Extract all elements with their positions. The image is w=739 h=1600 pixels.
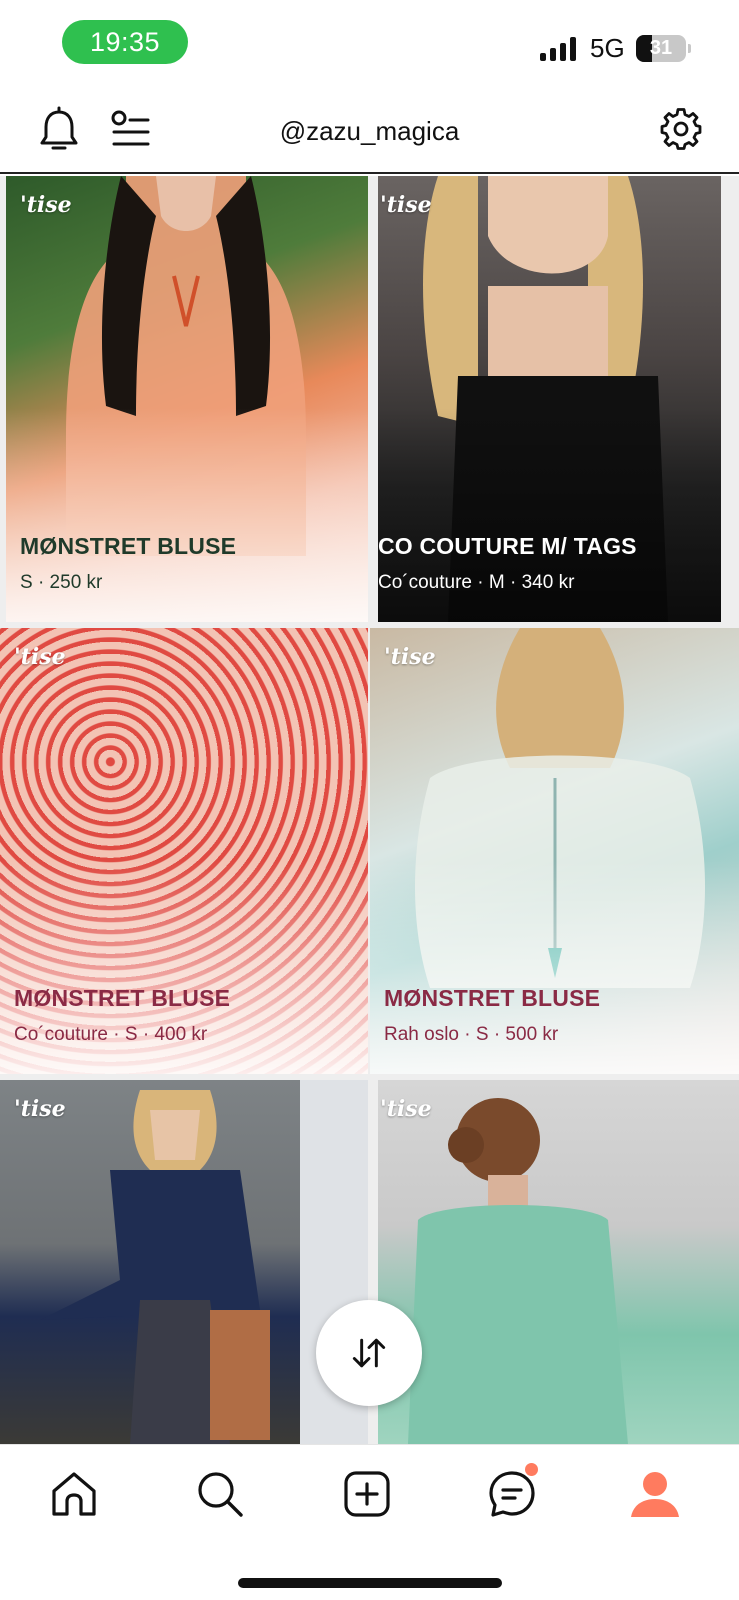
tise-logo: 'tise (380, 192, 432, 218)
listing-meta: Co´couture · S · 400 kr (14, 1024, 208, 1045)
listing-card[interactable]: 'tise CO COUTURE M/ TAGS Co´couture · M … (378, 176, 721, 622)
status-time: 19:35 (62, 20, 188, 64)
battery-icon: 31 (636, 35, 686, 62)
listing-card[interactable]: 'tise (378, 1080, 739, 1444)
listings-grid: 'tise MØNSTRET BLUSE S · 250 kr 'tise CO… (0, 176, 739, 1444)
listing-meta: S · 250 kr (20, 572, 103, 593)
profile-icon (631, 1472, 679, 1517)
profile-header: @zazu_magica (0, 88, 739, 174)
tab-home[interactable] (47, 1467, 101, 1521)
tise-logo: 'tise (14, 644, 66, 670)
listing-meta: Rah oslo · S · 500 kr (384, 1024, 559, 1045)
home-icon (52, 1472, 96, 1516)
add-icon (344, 1471, 390, 1517)
cellular-signal-icon (540, 37, 580, 61)
listing-card[interactable]: 'tise MØNSTRET BLUSE Co´couture · S · 40… (0, 628, 368, 1074)
gear-icon[interactable] (660, 108, 702, 150)
listing-title: MØNSTRET BLUSE (20, 533, 237, 559)
listing-card[interactable]: 'tise (0, 1080, 368, 1444)
listing-title: CO COUTURE M/ TAGS (378, 533, 637, 559)
home-indicator (238, 1578, 502, 1588)
tab-profile[interactable] (628, 1467, 682, 1521)
tise-logo: 'tise (380, 1096, 432, 1122)
tise-logo: 'tise (14, 1096, 66, 1122)
bottom-tab-bar (0, 1444, 739, 1600)
battery-cap (688, 44, 691, 53)
network-type: 5G (590, 33, 625, 63)
profile-username: @zazu_magica (279, 116, 460, 146)
search-icon (198, 1472, 243, 1517)
status-bar: 19:35 5G 31 (0, 0, 739, 88)
swap-vertical-button[interactable] (316, 1300, 422, 1406)
swap-vertical-icon (352, 1338, 386, 1368)
listing-title: MØNSTRET BLUSE (384, 985, 601, 1011)
tab-add[interactable] (340, 1467, 394, 1521)
listing-card[interactable]: 'tise MØNSTRET BLUSE S · 250 kr (6, 176, 368, 622)
listing-meta: Co´couture · M · 340 kr (378, 572, 575, 593)
listing-photo-subject (408, 1098, 628, 1444)
tab-chat[interactable] (485, 1463, 539, 1521)
listing-title: MØNSTRET BLUSE (14, 985, 231, 1011)
gear-icon-graphic (660, 108, 702, 150)
tise-logo: 'tise (20, 192, 72, 218)
battery-percent: 31 (649, 37, 673, 59)
listing-card[interactable]: 'tise MØNSTRET BLUSE Rah oslo · S · 500 … (370, 628, 739, 1074)
listing-photo-subject (40, 1080, 368, 1444)
tise-logo: 'tise (384, 644, 436, 670)
unread-badge (525, 1463, 538, 1476)
tab-search[interactable] (193, 1467, 247, 1521)
